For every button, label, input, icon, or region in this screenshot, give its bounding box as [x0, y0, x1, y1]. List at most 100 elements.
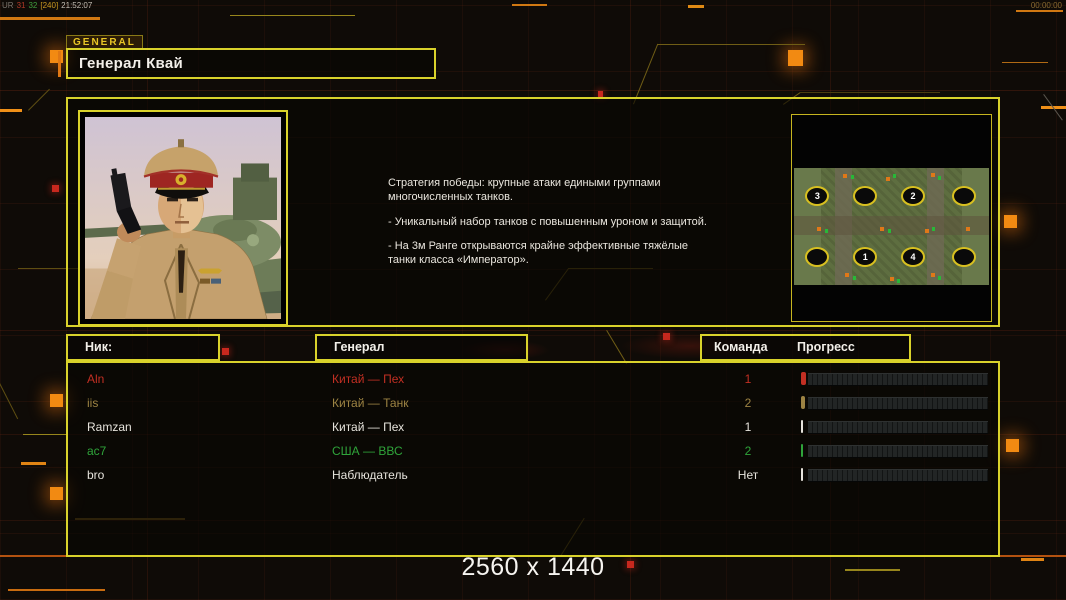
- game-lobby-screen: UR 31 32 [240] 21:52:07 00:00:00 GENERAL Ген…: [0, 0, 1066, 600]
- progress-track: [808, 373, 988, 386]
- decor-shape: [222, 348, 229, 355]
- minimap-terrain: 3 2 1 4: [794, 168, 989, 285]
- decor-shape: [930, 273, 935, 278]
- player-nick: bro: [87, 468, 105, 482]
- page-title: Генерал Квай: [79, 55, 184, 72]
- debug-token: 32: [28, 1, 38, 10]
- decor-shape: [965, 226, 970, 231]
- decor-shape: [50, 394, 63, 407]
- debug-token: UR: [2, 1, 14, 10]
- match-timer: 00:00:00: [1030, 1, 1062, 10]
- player-team: 2: [744, 396, 752, 410]
- minimap: 3 2 1 4: [791, 114, 992, 322]
- progress-fill: [801, 468, 803, 481]
- decor-shape: [1002, 62, 1048, 63]
- general-portrait-image: [85, 117, 281, 319]
- debug-token: [240]: [40, 1, 59, 10]
- decor-shape: [887, 228, 891, 233]
- decor-shape: [817, 226, 822, 231]
- decor-shape: [58, 51, 61, 77]
- decor-shape: [844, 273, 849, 278]
- decor-shape: [1004, 215, 1017, 228]
- progress-track: [808, 469, 988, 482]
- table-row: Aln Китай — Пех 1: [68, 367, 998, 391]
- player-nick: Ramzan: [87, 420, 132, 434]
- decor-shape: [889, 276, 894, 281]
- decor-shape: [885, 177, 890, 182]
- player-general: Китай — Пех: [332, 420, 405, 434]
- decor-shape: [657, 44, 805, 45]
- decor-shape: [52, 185, 59, 192]
- decor-shape: [230, 15, 355, 16]
- debug-token: 21:52:07: [61, 1, 93, 10]
- player-general: Китай — Пех: [332, 372, 405, 386]
- player-nick: Aln: [87, 372, 105, 386]
- minimap-start-position: [951, 246, 976, 267]
- minimap-start-position: [805, 246, 830, 267]
- minimap-start-position: [951, 185, 976, 206]
- players-table: Aln Китай — Пех 1 iis Китай — Танк 2 Ramzan Кит…: [66, 361, 1000, 557]
- player-team: 1: [744, 420, 752, 434]
- progress-track: [808, 445, 988, 458]
- general-portrait-frame: [78, 110, 288, 326]
- decor-shape: [932, 226, 936, 231]
- player-team: 2: [744, 444, 752, 458]
- player-team: Нет: [737, 468, 759, 482]
- decor-shape: [1006, 439, 1019, 452]
- page-title-box: Генерал Квай: [66, 48, 436, 79]
- player-general: Наблюдатель: [332, 468, 408, 482]
- minimap-start-position: 3: [805, 185, 830, 206]
- column-header-team-progress: Команда Прогресс: [700, 334, 911, 361]
- decor-shape: [23, 434, 66, 435]
- decor-shape: [0, 330, 1066, 331]
- debug-token: 31: [16, 1, 26, 10]
- column-header-nick: Ник:: [66, 334, 220, 361]
- decor-shape: [8, 589, 105, 591]
- minimap-start-position: [853, 185, 878, 206]
- progress-fill: [801, 372, 806, 385]
- column-header-label: Генерал: [334, 340, 385, 354]
- decor-shape: [930, 172, 935, 177]
- decor-shape: [924, 228, 929, 233]
- column-header-general: Генерал: [315, 334, 528, 361]
- minimap-start-position: 4: [901, 246, 925, 267]
- decor-shape: [938, 176, 942, 181]
- table-row: Ramzan Китай — Пех 1: [68, 415, 998, 439]
- progress-fill: [801, 420, 803, 433]
- table-row: iis Китай — Танк 2: [68, 391, 998, 415]
- decor-shape: [21, 462, 46, 465]
- decor-shape: [852, 275, 856, 280]
- decor-shape: [893, 173, 897, 178]
- strategy-line: Стратегия победы: крупные атаки едиными …: [388, 177, 661, 204]
- progress-track: [808, 421, 988, 434]
- debug-overlay-text: UR 31 32 [240] 21:52:07: [2, 1, 95, 10]
- decor-shape: [897, 279, 901, 284]
- minimap-start-position: 2: [901, 185, 925, 206]
- decor-shape: [794, 215, 989, 235]
- player-general: США — ВВС: [332, 444, 403, 458]
- general-tag-label: GENERAL: [66, 35, 143, 49]
- decor-shape: [0, 17, 100, 20]
- player-nick: iis: [87, 396, 99, 410]
- resolution-label: 2560 x 1440: [461, 553, 605, 581]
- column-header-label: Команда: [714, 340, 768, 354]
- decor-shape: [688, 5, 704, 8]
- player-team: 1: [744, 372, 752, 386]
- player-nick: ac7: [87, 444, 107, 458]
- progress-track: [808, 397, 988, 410]
- decor-shape: [512, 4, 547, 6]
- progress-fill: [801, 444, 803, 457]
- decor-shape: [938, 275, 942, 280]
- column-header-label: Ник:: [85, 340, 113, 354]
- strategy-line: - На 3м Ранге открываются крайне эффекти…: [388, 239, 689, 267]
- progress-fill: [801, 396, 805, 409]
- decor-shape: [50, 487, 63, 500]
- minimap-start-position: 1: [853, 246, 878, 267]
- strategy-line: - Уникальный набор танков с повышенным у…: [388, 215, 707, 228]
- decor-shape: [842, 173, 847, 178]
- decor-shape: [0, 90, 1066, 91]
- decor-shape: [1016, 10, 1063, 12]
- decor-shape: [0, 109, 22, 112]
- decor-shape: [800, 92, 940, 93]
- decor-shape: [850, 175, 854, 180]
